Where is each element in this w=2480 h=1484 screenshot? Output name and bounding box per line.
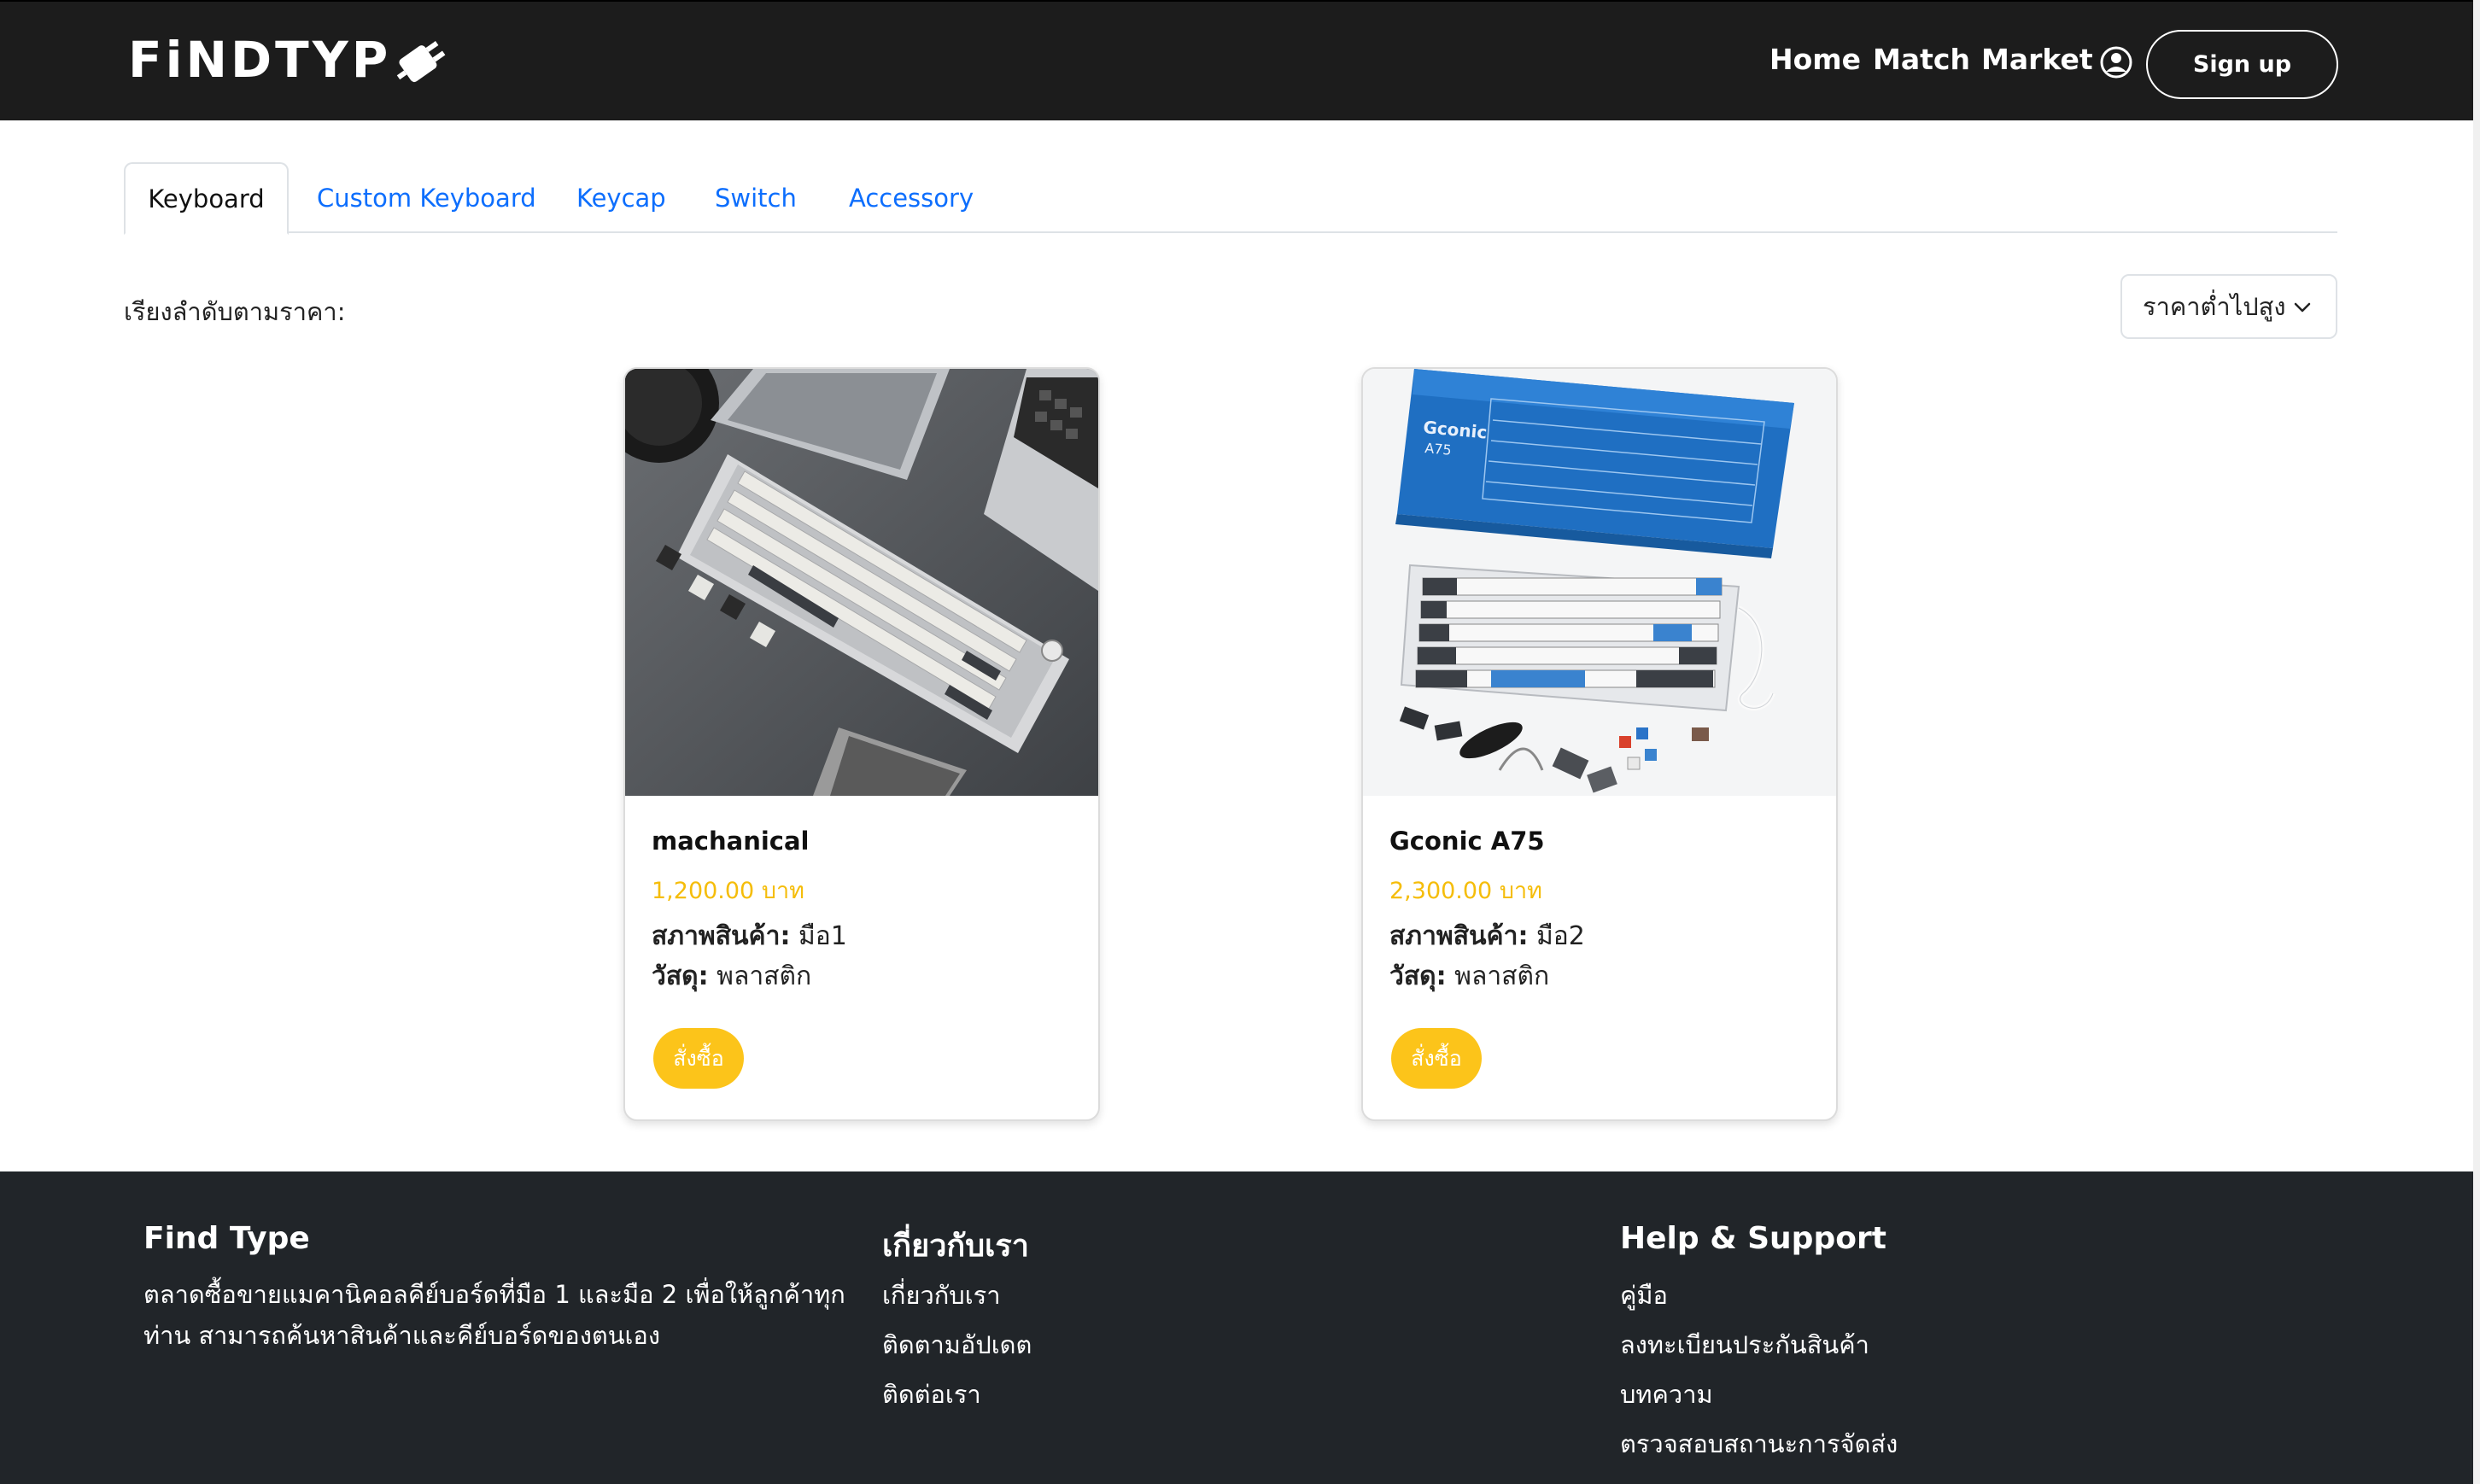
tab-custom-keyboard[interactable]: Custom Keyboard [317, 162, 536, 233]
footer-description: ตลาดซื้อขายแมคานิคอลคีย์บอร์ดที่มือ 1 แล… [143, 1280, 845, 1350]
footer-link-manual[interactable]: คู่มือ [1620, 1276, 1668, 1315]
footer-brand-title: Find Type [143, 1221, 310, 1256]
tab-keycap[interactable]: Keycap [576, 162, 666, 233]
tab-accessory[interactable]: Accessory [849, 162, 974, 233]
footer-link-contact[interactable]: ติดต่อเรา [882, 1375, 981, 1414]
logo-text: FiNDTYP [128, 31, 392, 89]
footer-link-articles[interactable]: บทความ [1620, 1375, 1713, 1414]
footer-link-updates[interactable]: ติดตามอัปเดต [882, 1325, 1032, 1364]
tab-switch[interactable]: Switch [715, 162, 797, 233]
product-name: Gconic A75 [1389, 827, 1545, 856]
chevron-down-icon [2294, 302, 2311, 313]
footer-link-about[interactable]: เกี่ยวกับเรา [882, 1276, 1001, 1315]
product-card[interactable]: machanical 1,200.00 บาท สภาพสินค้า: มือ1… [623, 367, 1100, 1121]
material-value: พลาสติก [708, 961, 812, 991]
product-image[interactable]: Gconic A75 [1363, 369, 1836, 796]
sort-selected-value: ราคาต่ำไปสูง [2143, 292, 2286, 321]
product-card[interactable]: Gconic A75 Gconic A75 2,300.00 บาท สภาพส… [1361, 367, 1838, 1121]
tab-keyboard[interactable]: Keyboard [124, 162, 289, 235]
product-price: 1,200.00 บาท [652, 878, 804, 904]
scrollbar-track [2473, 0, 2480, 1484]
keyboard-plug-icon [397, 41, 446, 83]
material-label: วัสดุ: [1389, 961, 1447, 991]
user-circle-icon[interactable] [2099, 45, 2133, 79]
nav-market[interactable]: Market [1981, 43, 2093, 76]
order-button[interactable]: สั่งซื้อ [1391, 1028, 1482, 1089]
product-price: 2,300.00 บาท [1389, 878, 1542, 904]
category-tabs: Keyboard Custom Keyboard Keycap Switch A… [124, 162, 2337, 235]
material-label: วัสดุ: [652, 961, 709, 991]
sort-select[interactable]: ราคาต่ำไปสูง [2120, 274, 2337, 339]
condition-value: มือ1 [790, 921, 847, 951]
product-condition: สภาพสินค้า: มือ1 [652, 916, 847, 956]
footer-link-shipping-status[interactable]: ตรวจสอบสถานะการจัดส่ง [1620, 1424, 1898, 1464]
product-condition: สภาพสินค้า: มือ2 [1389, 916, 1585, 956]
product-material: วัสดุ: พลาสติก [1389, 956, 1549, 996]
footer-about-title: เกี่ยวกับเรา [882, 1229, 1029, 1264]
product-material: วัสดุ: พลาสติก [652, 956, 811, 996]
footer-support-title: Help & Support [1620, 1221, 1886, 1256]
sort-label: เรียงลำดับตามราคา: [124, 297, 346, 326]
top-navbar: FiNDTYP Home Match Market Sign up [0, 0, 2473, 120]
footer-link-warranty[interactable]: ลงทะเบียนประกันสินค้า [1620, 1325, 1869, 1364]
site-footer: Find Type ตลาดซื้อขายแมคานิคอลคีย์บอร์ดท… [0, 1171, 2473, 1484]
condition-value: มือ2 [1528, 921, 1585, 951]
nav-home[interactable]: Home [1769, 43, 1861, 76]
product-image[interactable] [625, 369, 1098, 796]
condition-label: สภาพสินค้า: [652, 921, 791, 951]
condition-label: สภาพสินค้า: [1389, 921, 1529, 951]
nav-match[interactable]: Match [1873, 43, 1970, 76]
material-value: พลาสติก [1446, 961, 1550, 991]
logo[interactable]: FiNDTYP [128, 27, 454, 92]
signup-button[interactable]: Sign up [2146, 30, 2338, 99]
product-name: machanical [652, 827, 810, 856]
order-button[interactable]: สั่งซื้อ [653, 1028, 744, 1089]
svg-text:A75: A75 [1424, 440, 1453, 459]
